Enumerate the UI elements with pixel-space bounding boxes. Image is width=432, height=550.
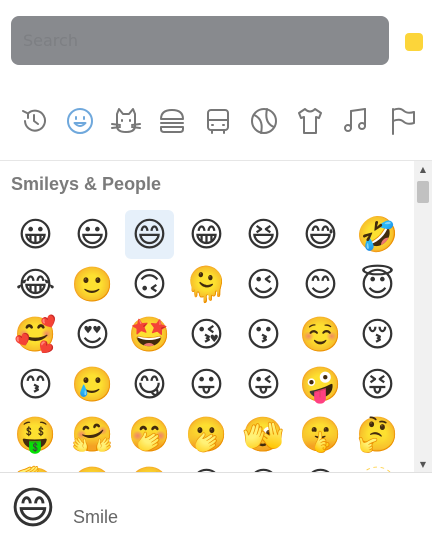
emoji-cell[interactable]: 🫠 <box>182 260 231 309</box>
shirt-icon <box>298 108 322 134</box>
scroll-down-icon[interactable]: ▼ <box>414 456 432 472</box>
emoji-cell[interactable]: 🤩 <box>125 310 174 359</box>
emoji-cell[interactable]: 😆 <box>239 210 288 259</box>
emoji-cell[interactable]: 🥲 <box>68 360 117 409</box>
emoji-section: Smileys & People 😀 😃 😄 😁 😆 😅 🤣 😂 🙂 🙃 🫠 😉 😊 😇 🥰 😍 🤩 😘 😗 ☺️ 😚 😙… <box>0 161 414 472</box>
emoji-cell[interactable]: 😗 <box>239 310 288 359</box>
emoji-cell[interactable]: 🤑 <box>11 410 60 459</box>
emoji-cell[interactable]: 🙂 <box>68 260 117 309</box>
category-animals[interactable] <box>109 104 143 138</box>
emoji-cell[interactable]: 🙃 <box>125 260 174 309</box>
emoji-cell[interactable]: 🫣 <box>239 410 288 459</box>
emoji-cell[interactable]: 🫢 <box>182 410 231 459</box>
emoji-cell[interactable]: 🤭 <box>125 410 174 459</box>
emoji-cell[interactable]: 😚 <box>353 310 402 359</box>
flag-icon <box>392 107 415 135</box>
preview-name: Smile <box>73 507 119 527</box>
emoji-cell[interactable]: 🤐 <box>68 460 117 473</box>
category-symbols[interactable] <box>339 104 373 138</box>
emoji-cell[interactable]: 😉 <box>239 260 288 309</box>
emoji-cell[interactable]: 😃 <box>68 210 117 259</box>
emoji-cell[interactable]: 🤗 <box>68 410 117 459</box>
emoji-cell[interactable]: 😅 <box>296 210 345 259</box>
category-objects[interactable] <box>293 104 327 138</box>
emoji-cell[interactable]: 🤪 <box>296 360 345 409</box>
category-bar <box>0 100 432 146</box>
cat-icon <box>111 108 141 133</box>
category-activities[interactable] <box>247 104 281 138</box>
emoji-cell[interactable]: 😑 <box>239 460 288 473</box>
emoji-cell[interactable]: 😘 <box>182 310 231 359</box>
emoji-cell[interactable]: 😝 <box>353 360 402 409</box>
emoji-cell[interactable]: 😊 <box>296 260 345 309</box>
ball-icon <box>251 108 277 134</box>
scroll-thumb[interactable] <box>417 181 429 203</box>
emoji-cell[interactable]: 😀 <box>11 210 60 259</box>
emoji-cell[interactable]: 😐 <box>182 460 231 473</box>
emoji-cell[interactable]: 😛 <box>182 360 231 409</box>
emoji-cell[interactable]: 🤫 <box>296 410 345 459</box>
emoji-cell[interactable]: 🤣 <box>353 210 402 259</box>
category-food[interactable] <box>155 104 189 138</box>
emoji-cell[interactable]: 😁 <box>182 210 231 259</box>
emoji-cell[interactable]: 😄 <box>125 210 174 259</box>
emoji-cell[interactable]: 🫥 <box>353 460 402 473</box>
emoji-cell[interactable]: 😂 <box>11 260 60 309</box>
recent-icon <box>22 109 46 132</box>
emoji-cell[interactable]: 😇 <box>353 260 402 309</box>
emoji-cell[interactable]: 🫡 <box>11 460 60 473</box>
category-recent[interactable] <box>17 104 51 138</box>
emoji-cell[interactable]: ☺️ <box>296 310 345 359</box>
category-smileys[interactable] <box>63 104 97 138</box>
scroll-up-icon[interactable]: ▲ <box>414 161 432 177</box>
preview-emoji: 😄 <box>10 483 56 534</box>
category-travel[interactable] <box>201 104 235 138</box>
category-flags[interactable] <box>385 104 419 138</box>
smiley-icon <box>67 108 93 134</box>
emoji-cell[interactable]: 🥰 <box>11 310 60 359</box>
section-title: Smileys & People <box>11 174 162 194</box>
emoji-cell[interactable]: 🤨 <box>125 460 174 473</box>
skin-tone-selector[interactable] <box>405 33 423 51</box>
emoji-cell[interactable]: 😜 <box>239 360 288 409</box>
emoji-cell[interactable]: 😶 <box>296 460 345 473</box>
emoji-cell[interactable]: 😍 <box>68 310 117 359</box>
search-input[interactable] <box>11 16 389 65</box>
bus-icon <box>207 109 229 134</box>
search-row <box>0 0 432 80</box>
emoji-cell[interactable]: 🤔 <box>353 410 402 459</box>
music-icon <box>344 108 366 132</box>
emoji-cell[interactable]: 😙 <box>11 360 60 409</box>
burger-icon <box>160 109 184 133</box>
scrollbar[interactable]: ▲ ▼ <box>414 161 432 472</box>
preview-bar: 😄 Smile <box>0 473 432 550</box>
emoji-cell[interactable]: 😋 <box>125 360 174 409</box>
